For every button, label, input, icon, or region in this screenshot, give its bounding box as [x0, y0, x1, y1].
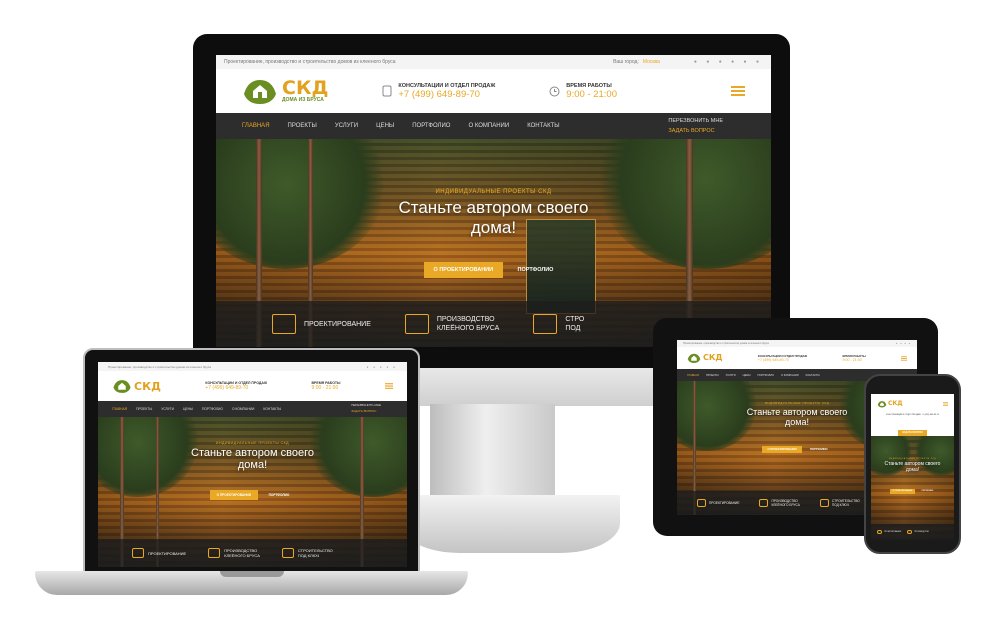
main-nav: ГЛАВНАЯ ПРОЕКТЫ УСЛУГИ ЦЕНЫ ПОРТФОЛИО О …: [216, 113, 771, 139]
logo-house-icon: [112, 378, 132, 394]
logo-house-icon: [687, 352, 701, 364]
hamburger-icon[interactable]: [943, 402, 948, 406]
consult-label: КОНСУЛЬТАЦИИ И ОТДЕЛ ПРОДАЖ: [398, 82, 496, 89]
feature-construction[interactable]: СТРО ПОД: [533, 314, 584, 334]
ask-link[interactable]: ЗАДАТЬ ВОПРОС: [668, 126, 723, 136]
social-icons[interactable]: ● ● ● ● ● ●: [694, 59, 763, 65]
portfolio-button[interactable]: ПОРТФОЛИО: [508, 262, 564, 278]
hero: ИНДИВИДУАЛЬНЫЕ ПРОЕКТЫ СКД Станьте автор…: [98, 417, 407, 567]
tagline: Проектирование, производство и строитель…: [224, 59, 396, 65]
feature-design[interactable]: ПРОЕКТИРОВАНИЕ: [877, 530, 901, 534]
feature-design[interactable]: ПРОЕКТИРОВАНИЕ: [272, 314, 371, 334]
design-button[interactable]: О ПРОЕКТИРОВАНИИ: [762, 446, 802, 453]
features-bar: ПРОЕКТИРОВАНИЕ ПРОИЗВОДСТВО КЛЕЁНОГО БРУ…: [98, 539, 407, 567]
logo-house-icon: [242, 76, 278, 106]
hamburger-icon[interactable]: [901, 355, 907, 361]
handshake-icon: [819, 499, 829, 507]
imac-screen: Проектирование, производство и строитель…: [216, 55, 771, 347]
header: СКД ДОМА ИЗ БРУСА КОНСУЛЬТАЦИИ И ОТДЕЛ П…: [216, 69, 771, 113]
feature-production[interactable]: ПРОИЗВОДСТВО КЛЕЁНОГО БРУСА: [404, 314, 499, 334]
logo-sub: ДОМА ИЗ БРУСА: [282, 97, 324, 103]
logo[interactable]: СКД: [877, 400, 903, 408]
nav-home[interactable]: ГЛАВНАЯ: [242, 123, 270, 129]
clock-icon: [549, 86, 560, 97]
nav-services[interactable]: УСЛУГИ: [335, 123, 358, 129]
phone-number[interactable]: +7 (499) 649-89-70: [398, 89, 495, 100]
laptop-notch: [220, 571, 284, 577]
hours-block: ВРЕМЯ РАБОТЫ 9:00 - 21:00: [842, 354, 866, 362]
design-button[interactable]: О ПРОЕКТИРОВАНИИ: [889, 488, 916, 494]
nav-portfolio[interactable]: ПОРТФОЛИО: [412, 123, 450, 129]
hours-value: 9:00 - 21:00: [566, 88, 618, 100]
phone-screen: СКД КОНСУЛЬТАЦИИ И ОТДЕЛ ПРОДАЖ: +7 (499…: [871, 394, 954, 540]
hours-block: ВРЕМЯ РАБОТЫ 9:00 - 21:00: [311, 381, 341, 391]
portfolio-button[interactable]: ПОРТФОЛИО: [806, 446, 832, 453]
social-icons[interactable]: ● ● ● ● ●: [367, 365, 397, 369]
social-icons[interactable]: ● ● ● ●: [896, 342, 911, 345]
topbar: Проектирование, производство и строитель…: [677, 340, 917, 347]
feature-construction[interactable]: СТРОИТЕЛЬСТВО ПОД КЛЮЧ: [819, 499, 860, 507]
imac-stand: [430, 404, 555, 499]
hero-subtitle: ИНДИВИДУАЛЬНЫЕ ПРОЕКТЫ СКД: [435, 189, 552, 195]
hero-title-line1: Станьте автором своего: [398, 198, 589, 217]
hours-label: ВРЕМЯ РАБОТЫ: [566, 82, 612, 89]
imac-base: [400, 495, 620, 553]
hero-content: ИНДИВИДУАЛЬНЫЕ ПРОЕКТЫ СКД Станьте автор…: [216, 189, 771, 278]
logo-house-icon: [877, 400, 887, 408]
callback-link[interactable]: ПЕРЕЗВОНИТЬ МНЕ: [668, 116, 723, 126]
header: СКД КОНСУЛЬТАЦИИ И ОТДЕЛ ПРОДАЖ +7 (499)…: [677, 347, 917, 369]
main-nav: ГЛАВНАЯ ПРОЕКТЫ УСЛУГИ ЦЕНЫ ПОРТФОЛИО О …: [98, 401, 407, 417]
hero: ИНДИВИДУАЛЬНЫЕ ПРОЕКТЫ СКД Станьте автор…: [216, 139, 771, 347]
beam-icon: [907, 530, 913, 534]
ask-button[interactable]: ЗАДАТЬ ВОПРОС: [898, 429, 927, 436]
contact-block: КОНСУЛЬТАЦИИ И ОТДЕЛ ПРОДАЖ +7 (499) 649…: [382, 83, 495, 100]
features-bar: ПРОЕКТИРОВАНИЕ ПРОИЗВОДСТВО: [871, 524, 954, 540]
phone-icon: [382, 85, 392, 97]
contact-block: КОНСУЛЬТАЦИИ И ОТДЕЛ ПРОДАЖ +7 (499) 649…: [757, 354, 808, 362]
logo[interactable]: СКД: [687, 352, 723, 364]
hamburger-icon[interactable]: [384, 383, 393, 389]
contact-block: КОНСУЛЬТАЦИИ И ОТДЕЛ ПРОДАЖ +7 (499) 649…: [205, 381, 268, 391]
house-plan-icon: [877, 530, 882, 534]
header: СКД КОНСУЛЬТАЦИИ И ОТДЕЛ ПРОДАЖ +7 (499)…: [98, 371, 407, 401]
hours-block: ВРЕМЯ РАБОТЫ 9:00 - 21:00: [549, 83, 617, 100]
logo-text: СКД: [282, 77, 329, 99]
feature-design[interactable]: ПРОЕКТИРОВАНИЕ: [697, 499, 739, 507]
feature-design[interactable]: ПРОЕКТИРОВАНИЕ: [132, 548, 186, 558]
house-plan-icon: [132, 548, 144, 558]
hero-content: ИНДИВИДУАЛЬНЫЕ ПРОЕКТЫ СКД Станьте автор…: [884, 458, 941, 494]
feature-production[interactable]: ПРОИЗВОДСТВО: [907, 530, 929, 534]
handshake-icon: [281, 548, 294, 558]
house-plan-icon: [697, 499, 706, 507]
portfolio-button[interactable]: ПОРТФОЛИО: [920, 489, 936, 494]
design-button[interactable]: О ПРОЕКТИРОВАНИИ: [423, 262, 504, 278]
topbar: Проектирование, производство и строитель…: [216, 55, 771, 69]
feature-production[interactable]: ПРОИЗВОДСТВО КЛЕЁНОГО БРУСА: [759, 499, 800, 507]
nav-contacts[interactable]: КОНТАКТЫ: [527, 123, 559, 129]
devices-mockup: Проектирование, производство и строитель…: [0, 0, 1000, 635]
city-select[interactable]: Москва: [643, 59, 660, 65]
house-plan-icon: [272, 314, 296, 334]
design-button[interactable]: О ПРОЕКТИРОВАНИИ: [209, 490, 259, 500]
topbar: Проектирование, производство и строитель…: [98, 362, 407, 371]
feature-production[interactable]: ПРОИЗВОДСТВО КЛЕЁНОГО БРУСА: [208, 548, 260, 558]
hero-content: ИНДИВИДУАЛЬНЫЕ ПРОЕКТЫ СКД Станьте автор…: [98, 441, 407, 501]
beam-icon: [404, 314, 429, 334]
hero: ИНДИВИДУАЛЬНЫЕ ПРОЕКТЫ СКД Станьте автор…: [871, 436, 954, 540]
hamburger-icon[interactable]: [730, 86, 745, 96]
hero-title-line2: дома!: [470, 218, 517, 237]
city-label: Ваш город:: [613, 59, 639, 65]
nav-about[interactable]: О КОМПАНИИ: [468, 123, 509, 129]
laptop-screen: Проектирование, производство и строитель…: [98, 362, 407, 567]
header: СКД: [871, 394, 954, 414]
logo[interactable]: СКД ДОМА ИЗ БРУСА: [242, 76, 328, 106]
handshake-icon: [533, 314, 558, 334]
nav-prices[interactable]: ЦЕНЫ: [376, 123, 394, 129]
feature-construction[interactable]: СТРОИТЕЛЬСТВО ПОД КЛЮЧ: [281, 548, 333, 558]
beam-icon: [759, 499, 769, 507]
logo[interactable]: СКД: [112, 378, 161, 394]
portfolio-button[interactable]: ПОРТФОЛИО: [263, 490, 296, 500]
beam-icon: [208, 548, 221, 558]
nav-projects[interactable]: ПРОЕКТЫ: [288, 123, 317, 129]
